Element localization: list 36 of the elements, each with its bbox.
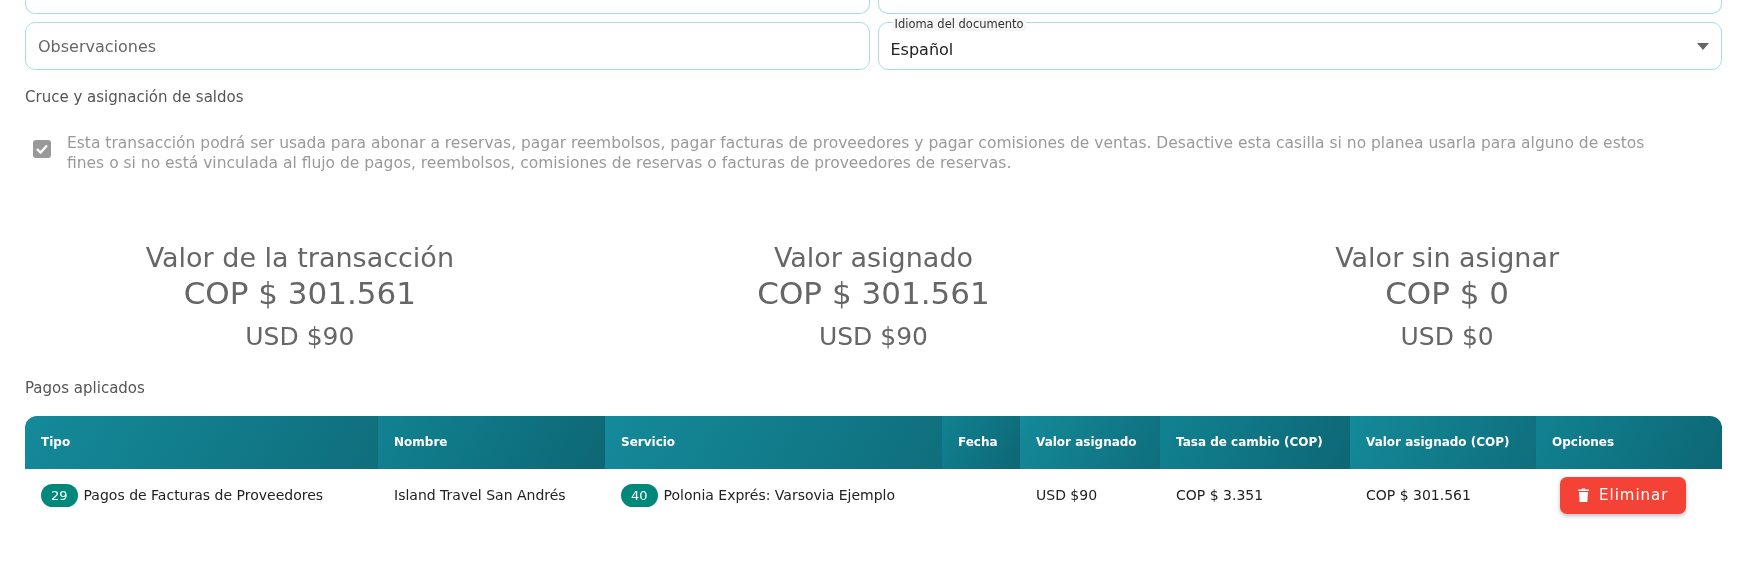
summary-amount: COP $ 0 xyxy=(1384,274,1511,312)
summary-title: Valor asignado xyxy=(772,242,975,275)
summary-usd: USD $90 xyxy=(244,320,356,353)
table-cell-text: Polonia Exprés: Varsovia Ejemplo xyxy=(663,485,896,505)
column-header: Valor asignado xyxy=(1020,415,1160,469)
table-cell-text: COP $ 3.351 xyxy=(1175,485,1265,505)
section-title: Pagos aplicados xyxy=(25,378,146,400)
select-value: Español xyxy=(890,39,954,61)
observations-field[interactable]: Observaciones xyxy=(25,22,870,70)
caret-icon xyxy=(1697,42,1709,50)
summary-amount: COP $ 301.561 xyxy=(182,274,417,312)
trash-icon xyxy=(1578,488,1589,503)
delete-button[interactable]: Eliminar xyxy=(1560,477,1687,514)
id-badge: 29 xyxy=(41,483,78,508)
summary-title: Valor sin asignar xyxy=(1334,242,1561,275)
table-cell-text: Island Travel San Andrés xyxy=(393,485,567,505)
column-header: Tasa de cambio (COP) xyxy=(1160,415,1350,469)
input-field[interactable] xyxy=(877,0,1722,14)
table-cell-text: Pagos de Facturas de Proveedores xyxy=(83,485,324,505)
summary-amount: COP $ 301.561 xyxy=(756,274,991,312)
summary-usd: USD $0 xyxy=(1399,320,1495,353)
summary-usd: USD $90 xyxy=(817,320,930,353)
column-header: Servicio xyxy=(605,415,942,469)
summary-title: Valor de la transacción xyxy=(144,242,455,275)
input-field[interactable] xyxy=(25,0,870,14)
column-header: Opciones xyxy=(1536,415,1722,469)
checkbox-label: Esta transacción podrá ser usada para abonar a reservas, pagar reembolsos, pagar facturas de proveedores y pagar comisiones de ventas. Desactive esta casilla si no planea usarla para alguno de estos fines o si no está vinculada al flujo de pagos, reembolsos, comisiones de reservas o facturas de proveedores de reservas. xyxy=(67,132,1646,175)
field-label: Idioma del documento xyxy=(892,18,1026,31)
id-badge: 40 xyxy=(621,483,658,508)
table-cell-text: USD $90 xyxy=(1035,485,1099,505)
table-cell-text: COP $ 301.561 xyxy=(1365,485,1472,505)
column-header: Fecha xyxy=(942,415,1020,469)
section-title: Cruce y asignación de saldos xyxy=(25,87,245,108)
column-header: Valor asignado (COP) xyxy=(1350,415,1536,469)
column-header: Tipo xyxy=(25,415,378,469)
column-header: Nombre xyxy=(378,415,605,469)
